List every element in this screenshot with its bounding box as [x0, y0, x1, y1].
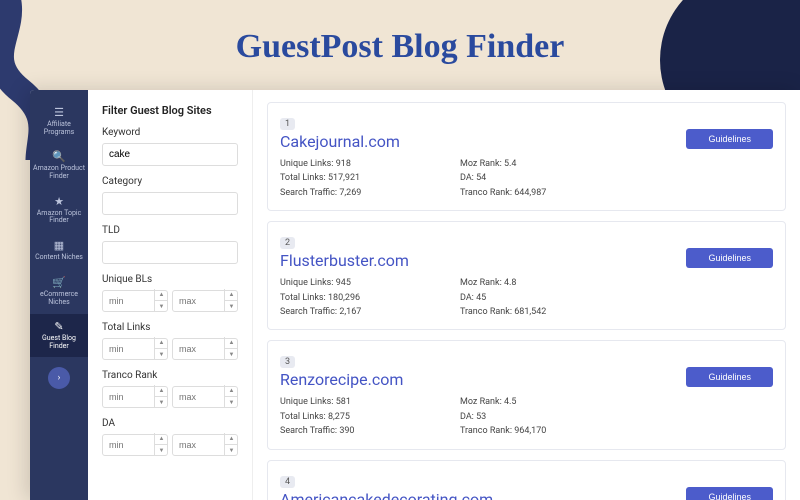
- stat-tranco-rank: Tranco Rank: 681,542: [460, 305, 580, 319]
- chevron-down-icon[interactable]: ▼: [225, 349, 238, 360]
- stat-total-links: Total Links: 180,296: [280, 291, 400, 305]
- result-card: 2Flusterbuster.comGuidelinesUnique Links…: [267, 221, 786, 330]
- chevron-up-icon[interactable]: ▲: [155, 337, 168, 349]
- stepper[interactable]: ▲▼: [224, 385, 238, 408]
- chevron-up-icon[interactable]: ▲: [225, 289, 238, 301]
- page-title: GuestPost Blog Finder: [0, 28, 800, 66]
- stepper[interactable]: ▲▼: [224, 337, 238, 360]
- rank-badge: 3: [280, 356, 295, 368]
- stat-moz-rank: Moz Rank: 4.5: [460, 395, 580, 409]
- chevron-up-icon[interactable]: ▲: [225, 433, 238, 445]
- unique-bls-label: Unique BLs: [102, 274, 238, 285]
- grid-icon: ▦: [32, 239, 86, 252]
- rank-badge: 2: [280, 237, 295, 249]
- chevron-up-icon[interactable]: ▲: [155, 385, 168, 397]
- stepper[interactable]: ▲▼: [154, 337, 168, 360]
- sidebar-item-label: Guest Blog Finder: [32, 335, 86, 350]
- filter-heading: Filter Guest Blog Sites: [102, 104, 238, 117]
- sidebar-item-amazon-topic-finder[interactable]: ★ Amazon Topic Finder: [30, 189, 88, 231]
- stat-da: DA: 45: [460, 291, 580, 305]
- tranco-rank-label: Tranco Rank: [102, 370, 238, 381]
- stat-unique-links: Unique Links: 581: [280, 395, 400, 409]
- sidebar-item-label: Amazon Product Finder: [32, 165, 86, 180]
- sidebar-item-guest-blog-finder[interactable]: ✎ Guest Blog Finder: [30, 314, 88, 356]
- sidebar-item-amazon-product-finder[interactable]: 🔍 Amazon Product Finder: [30, 144, 88, 186]
- total-links-label: Total Links: [102, 322, 238, 333]
- app-window: ☰ Affiliate Programs 🔍 Amazon Product Fi…: [30, 90, 800, 500]
- pencil-icon: ✎: [32, 320, 86, 333]
- chevron-up-icon[interactable]: ▲: [155, 289, 168, 301]
- stepper[interactable]: ▲▼: [224, 289, 238, 312]
- guidelines-button[interactable]: Guidelines: [686, 248, 773, 268]
- sidebar-item-label: eCommerce Niches: [32, 291, 86, 306]
- chevron-up-icon[interactable]: ▲: [225, 385, 238, 397]
- stat-total-links: Total Links: 517,921: [280, 171, 400, 185]
- list-icon: ☰: [32, 106, 86, 119]
- result-card: 3Renzorecipe.comGuidelinesUnique Links: …: [267, 340, 786, 449]
- stepper[interactable]: ▲▼: [154, 433, 168, 456]
- rank-badge: 4: [280, 476, 295, 488]
- tld-input[interactable]: [102, 241, 238, 264]
- chevron-up-icon[interactable]: ▲: [225, 337, 238, 349]
- stepper[interactable]: ▲▼: [154, 289, 168, 312]
- chevron-down-icon[interactable]: ▼: [225, 445, 238, 456]
- filter-panel: Filter Guest Blog Sites Keyword Category…: [88, 90, 253, 500]
- category-input[interactable]: [102, 192, 238, 215]
- sidebar-expand-button[interactable]: ›: [48, 367, 70, 389]
- chevron-down-icon[interactable]: ▼: [155, 349, 168, 360]
- results-list: 1Cakejournal.comGuidelinesUnique Links: …: [253, 90, 800, 500]
- guidelines-button[interactable]: Guidelines: [686, 487, 773, 500]
- tld-label: TLD: [102, 225, 238, 236]
- rank-badge: 1: [280, 118, 295, 130]
- search-icon: 🔍: [32, 150, 86, 163]
- da-label: DA: [102, 418, 238, 429]
- stat-tranco-rank: Tranco Rank: 964,170: [460, 424, 580, 438]
- guidelines-button[interactable]: Guidelines: [686, 129, 773, 149]
- stepper[interactable]: ▲▼: [154, 385, 168, 408]
- cart-icon: 🛒: [32, 276, 86, 289]
- stat-da: DA: 53: [460, 410, 580, 424]
- chevron-down-icon[interactable]: ▼: [155, 397, 168, 408]
- stat-unique-links: Unique Links: 945: [280, 276, 400, 290]
- stat-search-traffic: Search Traffic: 7,269: [280, 186, 400, 200]
- chevron-down-icon[interactable]: ▼: [225, 397, 238, 408]
- stat-moz-rank: Moz Rank: 5.4: [460, 157, 580, 171]
- chevron-down-icon[interactable]: ▼: [155, 445, 168, 456]
- stat-total-links: Total Links: 8,275: [280, 410, 400, 424]
- stat-unique-links: Unique Links: 918: [280, 157, 400, 171]
- sidebar: ☰ Affiliate Programs 🔍 Amazon Product Fi…: [30, 90, 88, 500]
- stat-search-traffic: Search Traffic: 390: [280, 424, 400, 438]
- keyword-input[interactable]: [102, 143, 238, 166]
- stat-search-traffic: Search Traffic: 2,167: [280, 305, 400, 319]
- chevron-up-icon[interactable]: ▲: [155, 433, 168, 445]
- chevron-down-icon[interactable]: ▼: [155, 301, 168, 312]
- sidebar-item-content-niches[interactable]: ▦ Content Niches: [30, 233, 88, 268]
- stat-moz-rank: Moz Rank: 4.8: [460, 276, 580, 290]
- result-card: 4Americancakedecorating.comGuidelinesUni…: [267, 460, 786, 500]
- stat-da: DA: 54: [460, 171, 580, 185]
- sidebar-item-label: Amazon Topic Finder: [32, 210, 86, 225]
- guidelines-button[interactable]: Guidelines: [686, 367, 773, 387]
- sidebar-item-label: Content Niches: [32, 254, 86, 262]
- sidebar-item-label: Affiliate Programs: [32, 121, 86, 136]
- sidebar-item-affiliate-programs[interactable]: ☰ Affiliate Programs: [30, 100, 88, 142]
- chevron-down-icon[interactable]: ▼: [225, 301, 238, 312]
- stepper[interactable]: ▲▼: [224, 433, 238, 456]
- category-label: Category: [102, 176, 238, 187]
- sidebar-item-ecommerce-niches[interactable]: 🛒 eCommerce Niches: [30, 270, 88, 312]
- result-card: 1Cakejournal.comGuidelinesUnique Links: …: [267, 102, 786, 211]
- keyword-label: Keyword: [102, 127, 238, 138]
- star-icon: ★: [32, 195, 86, 208]
- stat-tranco-rank: Tranco Rank: 644,987: [460, 186, 580, 200]
